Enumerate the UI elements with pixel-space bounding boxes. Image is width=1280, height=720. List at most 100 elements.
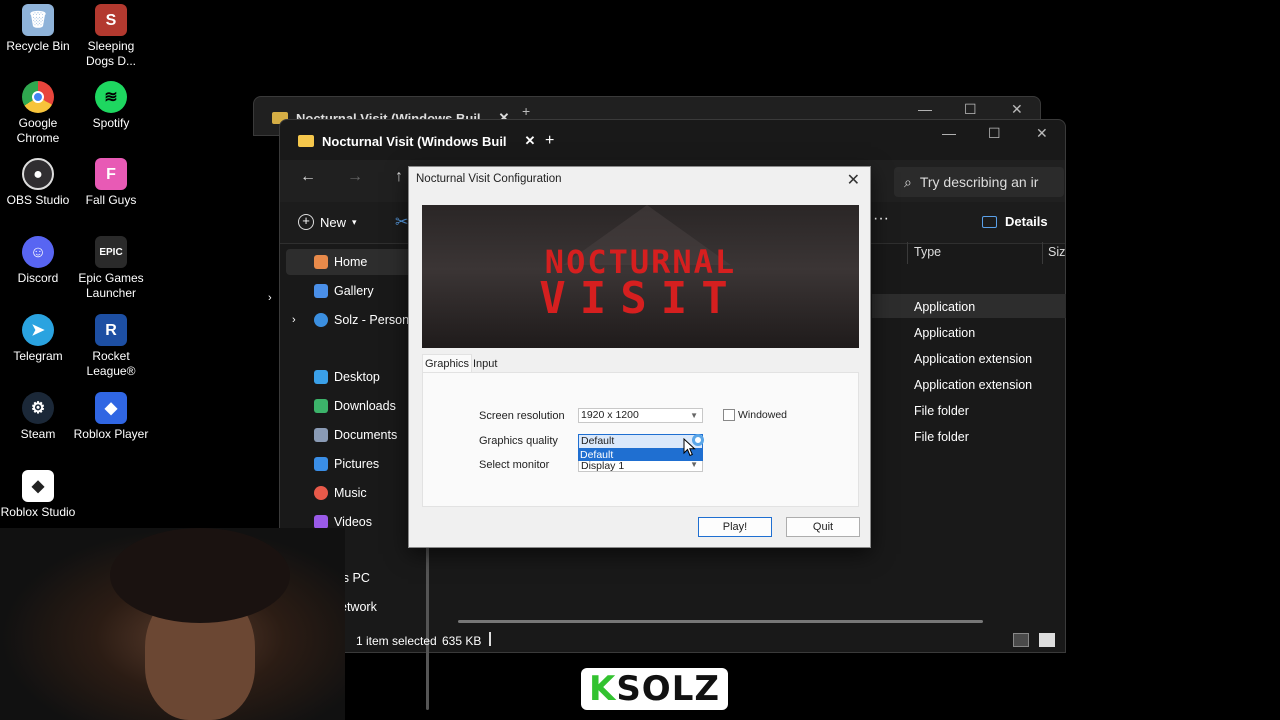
status-bar: 1 item selected 635 KB: [280, 628, 1065, 654]
desktop-icon-sleeping-dogs[interactable]: S Sleeping Dogs D...: [73, 4, 149, 69]
up-button[interactable]: ↑: [395, 168, 403, 186]
column-divider[interactable]: [1042, 242, 1043, 264]
banner-title-word-2: VISIT: [539, 273, 742, 324]
more-options-button[interactable]: ···: [873, 210, 889, 228]
desktop-icon-label: OBS Studio: [6, 193, 70, 207]
desktop-icon-label: Recycle Bin: [6, 39, 70, 53]
play-button[interactable]: Play!: [698, 517, 772, 537]
back-button[interactable]: ←: [300, 168, 316, 186]
minimize-button[interactable]: —: [918, 101, 932, 117]
close-window-button[interactable]: ✕: [1011, 101, 1023, 118]
desktop-icon-label: Steam: [20, 427, 56, 441]
file-type-cell[interactable]: File folder: [914, 430, 969, 444]
desktop-icon-fall-guys[interactable]: F Fall Guys: [73, 158, 149, 208]
expand-chevron-icon[interactable]: ›: [292, 314, 296, 326]
discord-icon: ☺: [22, 236, 54, 268]
desktop-icon-roblox-player[interactable]: ◆ Roblox Player: [73, 392, 149, 442]
desktop-icon-label: Rocket League®: [86, 349, 136, 378]
desktop-icon-telegram[interactable]: ➤ Telegram: [0, 314, 76, 364]
webcam-hair: [110, 528, 290, 623]
music-icon: [314, 486, 328, 500]
file-type-cell[interactable]: Application extension: [914, 378, 1032, 392]
maximize-button[interactable]: ☐: [964, 101, 977, 118]
expand-chevron-icon[interactable]: ›: [268, 292, 272, 304]
sidebar-item-label: Home: [334, 255, 368, 269]
screen-resolution-select[interactable]: 1920 x 1200 ▼: [578, 408, 703, 423]
sidebar-item-label: etwork: [340, 600, 377, 614]
new-label: New: [320, 214, 347, 230]
file-type-cell[interactable]: Application extension: [914, 352, 1032, 366]
desktop-icon-recycle-bin[interactable]: 🗑 Recycle Bin: [0, 4, 76, 54]
tab-graphics[interactable]: Graphics: [425, 358, 469, 370]
desktop-icon-steam[interactable]: ⚙ Steam: [0, 392, 76, 442]
file-type-cell[interactable]: Application: [914, 326, 975, 340]
desktop-icon-label: Google Chrome: [16, 116, 60, 145]
desktop-icon-chrome[interactable]: Google Chrome: [0, 81, 76, 146]
column-header-size[interactable]: Siz: [1048, 245, 1065, 259]
sidebar-item-music[interactable]: Music: [314, 481, 367, 505]
maximize-button[interactable]: ☐: [988, 125, 1001, 142]
desktop-icon-label: Sleeping Dogs D...: [85, 39, 136, 68]
details-view-icon[interactable]: [1013, 633, 1029, 647]
desktop-icon-rocket-league[interactable]: R Rocket League®: [73, 314, 149, 379]
text-cursor: [489, 632, 491, 646]
cut-icon[interactable]: ✂: [395, 212, 408, 232]
tiles-view-icon[interactable]: [1039, 633, 1055, 647]
column-divider[interactable]: [907, 242, 908, 264]
sidebar-item-pictures[interactable]: Pictures: [314, 452, 379, 476]
sidebar-item-label: Downloads: [334, 399, 396, 413]
minimize-button[interactable]: —: [942, 125, 956, 141]
sidebar-item-desktop[interactable]: Desktop: [314, 365, 380, 389]
configuration-dialog: Nocturnal Visit Configuration ✕ NOCTURNA…: [408, 166, 871, 548]
details-pane-icon: [982, 215, 997, 228]
onedrive-icon: [314, 313, 328, 327]
sidebar-item-network[interactable]: etwork: [340, 595, 377, 619]
graphics-quality-label: Graphics quality: [479, 435, 558, 447]
search-placeholder: Try describing an ir: [919, 174, 1039, 190]
tab-title: Nocturnal Visit (Windows Buil: [322, 133, 507, 149]
new-tab-button[interactable]: +: [522, 103, 530, 119]
file-type-cell[interactable]: Application: [914, 300, 975, 314]
desktop-icon-obs[interactable]: ● OBS Studio: [0, 158, 76, 208]
desktop-icon-discord[interactable]: ☺ Discord: [0, 236, 76, 286]
details-button[interactable]: Details: [982, 214, 1048, 229]
forward-button[interactable]: →: [347, 168, 363, 186]
desktop-icon-spotify[interactable]: ≋ Spotify: [73, 81, 149, 131]
plus-icon: +: [298, 214, 314, 230]
sidebar-item-label: Videos: [334, 515, 372, 529]
sidebar-item-label: Solz - Persona: [334, 313, 416, 327]
folder-icon: [298, 135, 314, 147]
tab-input[interactable]: Input: [473, 358, 497, 370]
select-monitor-select[interactable]: Display 1 ▼: [578, 460, 703, 472]
rocket-league-icon: R: [95, 314, 127, 346]
file-type-cell[interactable]: File folder: [914, 404, 969, 418]
sidebar-item-home[interactable]: Home: [314, 250, 367, 274]
windowed-checkbox[interactable]: Windowed: [723, 409, 787, 421]
dialog-close-button[interactable]: ✕: [847, 170, 860, 190]
sidebar-item-label: Desktop: [334, 370, 380, 384]
new-button[interactable]: + New ▾: [298, 214, 357, 230]
sidebar-item-documents[interactable]: Documents: [314, 423, 397, 447]
tab-active[interactable]: Nocturnal Visit (Windows Buil ✕: [298, 126, 535, 156]
spotify-icon: ≋: [95, 81, 127, 113]
sidebar-item-gallery[interactable]: Gallery: [314, 279, 374, 303]
telegram-icon: ➤: [22, 314, 54, 346]
sidebar-item-label: Music: [334, 486, 367, 500]
sidebar-scrollbar[interactable]: [426, 544, 429, 710]
quit-button[interactable]: Quit: [786, 517, 860, 537]
close-window-button[interactable]: ✕: [1036, 125, 1048, 142]
game-banner: NOCTURNAL VISIT: [422, 205, 859, 348]
horizontal-scrollbar[interactable]: [458, 620, 983, 623]
new-tab-button[interactable]: +: [545, 132, 554, 150]
sidebar-item-downloads[interactable]: Downloads: [314, 394, 396, 418]
sidebar-item-onedrive[interactable]: Solz - Persona: [314, 308, 416, 332]
column-header-type[interactable]: Type: [914, 245, 941, 259]
desktop-icon-roblox-studio[interactable]: ◆ Roblox Studio: [0, 470, 76, 520]
epic-games-icon: EPIC: [95, 236, 127, 268]
search-box[interactable]: ⌕ Try describing an ir: [894, 167, 1064, 197]
close-icon[interactable]: ✕: [525, 133, 536, 149]
desktop-icon-epic-games[interactable]: EPIC Epic Games Launcher: [73, 236, 149, 301]
desktop-icon-label: Discord: [17, 271, 59, 285]
desktop-icon-label: Fall Guys: [85, 193, 137, 207]
desktop-icon-label: Roblox Studio: [0, 505, 76, 519]
